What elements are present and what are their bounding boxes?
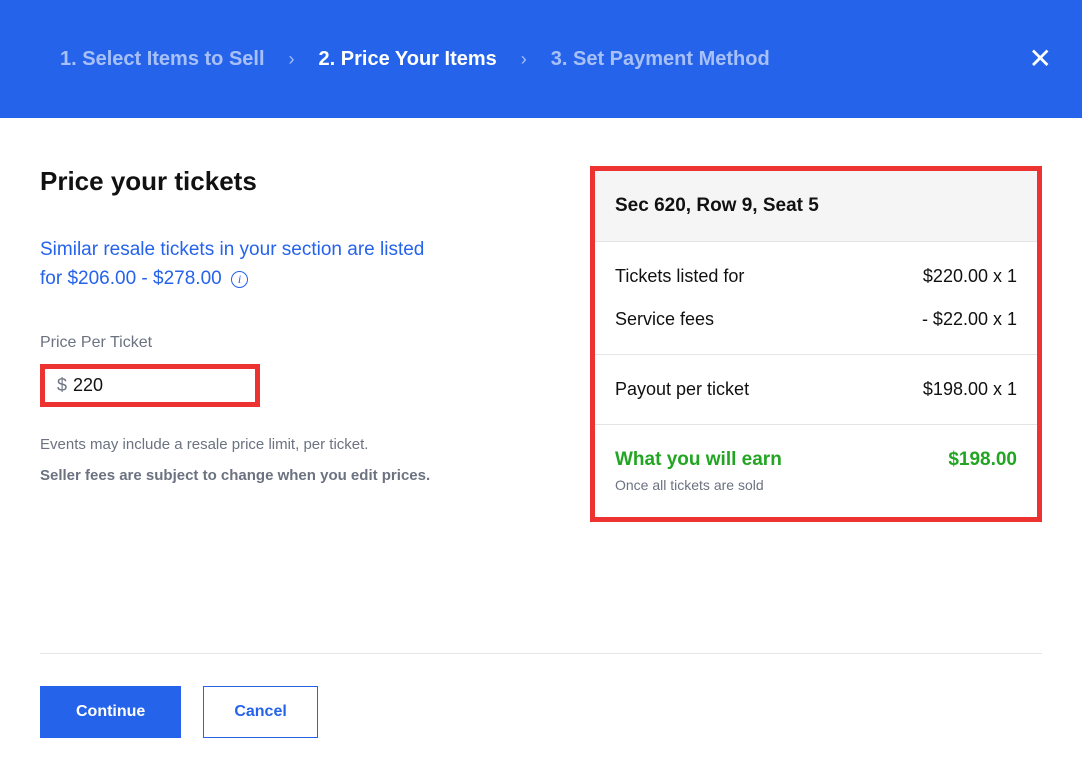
similar-tickets-info: Similar resale tickets in your section a…	[40, 235, 560, 294]
info-icon[interactable]: i	[231, 271, 248, 288]
summary-row: Payout per ticket $198.00 x 1	[615, 379, 1017, 400]
summary-box: Sec 620, Row 9, Seat 5 Tickets listed fo…	[590, 166, 1042, 522]
price-input-wrap[interactable]: $	[40, 364, 260, 407]
step-3[interactable]: 3. Set Payment Method	[551, 48, 770, 71]
row-value: $198.00 x 1	[923, 379, 1017, 400]
earn-section: What you will earn Once all tickets are …	[595, 425, 1037, 517]
currency-symbol: $	[57, 375, 67, 396]
earn-label: What you will earn	[615, 449, 782, 471]
summary-column: Sec 620, Row 9, Seat 5 Tickets listed fo…	[590, 166, 1042, 522]
step-2[interactable]: 2. Price Your Items	[319, 48, 497, 71]
step-1[interactable]: 1. Select Items to Sell	[60, 48, 265, 71]
divider	[40, 653, 1042, 654]
payout-section: Payout per ticket $198.00 x 1	[595, 355, 1037, 425]
earn-subtext: Once all tickets are sold	[615, 477, 782, 493]
price-input[interactable]	[73, 375, 243, 396]
row-label: Payout per ticket	[615, 379, 749, 400]
similar-line-1: Similar resale tickets in your section a…	[40, 239, 424, 260]
chevron-right-icon: ›	[289, 49, 295, 70]
chevron-right-icon: ›	[521, 49, 527, 70]
earn-row: What you will earn Once all tickets are …	[615, 449, 1017, 493]
seat-info: Sec 620, Row 9, Seat 5	[595, 171, 1037, 242]
row-value: - $22.00 x 1	[922, 309, 1017, 330]
steps-nav: 1. Select Items to Sell › 2. Price Your …	[60, 48, 770, 71]
wizard-header: 1. Select Items to Sell › 2. Price Your …	[0, 0, 1082, 118]
cancel-button[interactable]: Cancel	[203, 686, 317, 738]
footer: Continue Cancel	[40, 653, 1042, 738]
listing-section: Tickets listed for $220.00 x 1 Service f…	[595, 242, 1037, 355]
continue-button[interactable]: Continue	[40, 686, 181, 738]
similar-line-2: for $206.00 - $278.00	[40, 268, 222, 289]
button-row: Continue Cancel	[40, 686, 1042, 738]
row-label: Tickets listed for	[615, 266, 744, 287]
page-title: Price your tickets	[40, 166, 560, 197]
price-field-label: Price Per Ticket	[40, 334, 560, 352]
row-label: Service fees	[615, 309, 714, 330]
fees-note: Seller fees are subject to change when y…	[40, 467, 560, 484]
summary-row: Service fees - $22.00 x 1	[615, 309, 1017, 330]
row-value: $220.00 x 1	[923, 266, 1017, 287]
close-button[interactable]: ✕	[1029, 45, 1052, 73]
summary-row: Tickets listed for $220.00 x 1	[615, 266, 1017, 287]
close-icon: ✕	[1029, 43, 1052, 74]
pricing-form: Price your tickets Similar resale ticket…	[40, 166, 560, 522]
content-area: Price your tickets Similar resale ticket…	[0, 118, 1082, 522]
resale-limit-note: Events may include a resale price limit,…	[40, 433, 560, 457]
earn-amount: $198.00	[948, 449, 1017, 471]
